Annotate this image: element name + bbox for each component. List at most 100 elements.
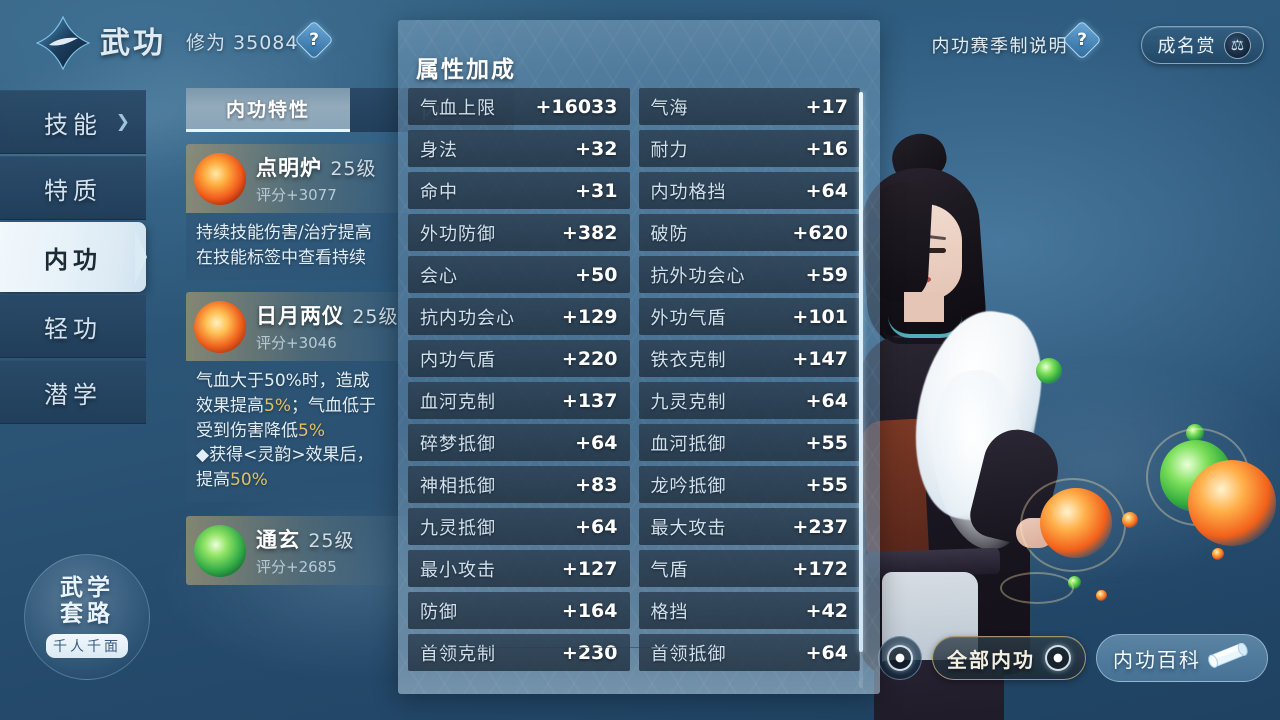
neigong-wiki-button[interactable]: 内功百科 <box>1096 634 1268 682</box>
attribute-row: 身法 +32 耐力 +16 <box>408 130 860 167</box>
attribute-cell: 内功格挡 +64 <box>638 172 860 209</box>
sidebar-item-label: 技能 <box>44 110 102 139</box>
wuxue-routine-emblem[interactable]: 武学 套路 千人千面 <box>24 554 150 680</box>
attribute-cell: 血河抵御 +55 <box>638 424 860 461</box>
sidebar-item-label: 内功 <box>44 245 102 274</box>
game-screen: 武功 修为 35084 ? 内功赛季制说明 ? 成名赏 ⚖ 技能 ❯ 特质 内功… <box>0 0 1280 720</box>
scrollbar-thumb[interactable] <box>859 92 863 652</box>
radio-dot-icon <box>1045 645 1071 671</box>
attribute-name: 气海 <box>650 97 689 119</box>
skill-list-column: 内功特性 内 点明炉 25级 评分+3077 持续技能伤害/治疗提高 在技能标签… <box>186 88 514 648</box>
attribute-list-scrollbar[interactable] <box>859 92 863 688</box>
skill-card[interactable]: 点明炉 25级 评分+3077 持续技能伤害/治疗提高 在技能标签中查看持续 <box>186 144 410 281</box>
attribute-name: 会心 <box>420 265 458 287</box>
attribute-value: +129 <box>561 305 618 328</box>
sidebar-item-neigong[interactable]: 内功 <box>0 222 147 292</box>
skill-desc-line: 气血大于50%时，造成 <box>196 371 370 392</box>
skill-description: 气血大于50%时，造成 效果提高5%；气血低于 受到伤害降低5% ◆获得<灵韵>… <box>186 361 410 502</box>
attribute-value: +64 <box>575 431 618 454</box>
attribute-value: +220 <box>561 347 618 370</box>
skill-desc-line: 效果提高5%；气血低于 <box>196 395 376 416</box>
season-help-icon[interactable]: ? <box>1062 20 1102 60</box>
skill-name: 日月两仪 25级 <box>256 304 399 329</box>
attribute-name: 身法 <box>420 139 458 161</box>
attribute-value: +16033 <box>535 95 618 118</box>
attribute-cell: 外功防御 +382 <box>408 214 630 251</box>
skill-level: 25级 <box>330 158 377 180</box>
attribute-value: +42 <box>805 599 848 622</box>
attribute-name: 抗内功会心 <box>420 307 515 329</box>
panel-divider <box>420 647 720 648</box>
attribute-value: +64 <box>805 641 848 664</box>
attribute-cell: 抗外功会心 +59 <box>638 256 860 293</box>
attribute-cell: 九灵克制 +64 <box>638 382 860 419</box>
attribute-row: 九灵抵御 +64 最大攻击 +237 <box>408 508 860 545</box>
skill-card-header: 点明炉 25级 评分+3077 <box>186 144 410 213</box>
page-title: 武功 <box>100 26 166 61</box>
neigong-wiki-label: 内功百科 <box>1113 647 1201 672</box>
attribute-cell: 铁衣克制 +147 <box>638 340 860 377</box>
attribute-cell: 身法 +32 <box>408 130 630 167</box>
attribute-name: 龙吟抵御 <box>650 475 727 497</box>
attribute-name: 血河抵御 <box>650 433 727 455</box>
attribute-name: 碎梦抵御 <box>420 433 496 455</box>
sidebar-item-qianxue[interactable]: 潜学 <box>0 360 146 424</box>
sidebar-item-qinggong[interactable]: 轻功 <box>0 294 146 358</box>
sidebar-item-label: 轻功 <box>44 314 102 343</box>
attribute-row: 会心 +50 抗外功会心 +59 <box>408 256 860 293</box>
attribute-cell: 耐力 +16 <box>638 130 860 167</box>
attribute-value: +59 <box>805 263 848 286</box>
attribute-cell: 会心 +50 <box>408 256 630 293</box>
jade-orb-icon <box>194 524 246 577</box>
attribute-cell: 命中 +31 <box>408 172 630 209</box>
sidebar-item-label: 特质 <box>44 176 102 205</box>
all-neigong-button[interactable]: 全部内功 <box>932 636 1086 680</box>
attribute-cell: 内功气盾 +220 <box>408 340 630 377</box>
season-info-link[interactable]: 内功赛季制说明 <box>932 32 1069 58</box>
all-neigong-label: 全部内功 <box>947 647 1035 672</box>
fame-crest-icon: ⚖ <box>1224 31 1251 59</box>
fame-reward-label: 成名赏 <box>1157 36 1216 57</box>
attribute-cell: 破防 +620 <box>638 214 860 251</box>
orb-ring-icon <box>1020 478 1126 572</box>
attribute-value: +127 <box>561 557 618 580</box>
attribute-name: 内功格挡 <box>650 181 727 203</box>
skill-card[interactable]: 通玄 25级 评分+2685 <box>186 516 410 586</box>
skill-score: 评分+2685 <box>256 558 337 577</box>
attribute-value: +64 <box>805 389 848 412</box>
cultivation-help-icon[interactable]: ? <box>294 20 334 60</box>
fame-reward-button[interactable]: 成名赏 ⚖ <box>1140 26 1264 64</box>
skill-desc-line: 受到伤害降低5% <box>196 420 325 441</box>
attribute-cell: 碎梦抵御 +64 <box>408 424 630 461</box>
skill-score: 评分+3046 <box>256 334 337 353</box>
attribute-value: +32 <box>575 137 618 160</box>
attribute-cell: 格挡 +42 <box>638 592 860 629</box>
attribute-value: +137 <box>561 389 618 412</box>
tab-bar: 内功特性 内 <box>186 88 514 132</box>
attribute-panel-title: 属性加成 <box>416 57 516 83</box>
tab-neigong-texing[interactable]: 内功特性 <box>186 88 350 132</box>
skill-card[interactable]: 日月两仪 25级 评分+3046 气血大于50%时，造成 效果提高5%；气血低于… <box>186 292 410 503</box>
attribute-row: 神相抵御 +83 龙吟抵御 +55 <box>408 466 860 503</box>
attribute-name: 格挡 <box>650 601 689 623</box>
attribute-row: 最小攻击 +127 气盾 +172 <box>408 550 860 587</box>
sidebar-item-tezhi[interactable]: 特质 <box>0 156 146 220</box>
attribute-name: 气盾 <box>650 559 689 581</box>
attribute-value: +64 <box>805 179 848 202</box>
fire-orb-icon <box>194 152 246 205</box>
floating-orb-icon <box>1096 590 1107 601</box>
attribute-value: +50 <box>575 263 618 286</box>
attribute-cell: 血河克制 +137 <box>408 382 630 419</box>
attribute-value: +83 <box>575 473 618 496</box>
attribute-cell: 气血上限 +16033 <box>408 88 630 125</box>
attribute-name: 气血上限 <box>420 97 496 119</box>
skill-card-header: 日月两仪 25级 评分+3046 <box>186 292 410 362</box>
attribute-name: 抗外功会心 <box>650 265 746 287</box>
attribute-cell: 气海 +17 <box>638 88 860 125</box>
attribute-row: 防御 +164 格挡 +42 <box>408 592 860 629</box>
skill-score: 评分+3077 <box>256 186 337 204</box>
sidebar-item-jineng[interactable]: 技能 ❯ <box>0 90 146 154</box>
attribute-value: +55 <box>805 431 848 454</box>
filter-toggle-button[interactable] <box>878 636 922 680</box>
attribute-cell: 抗内功会心 +129 <box>408 298 630 335</box>
